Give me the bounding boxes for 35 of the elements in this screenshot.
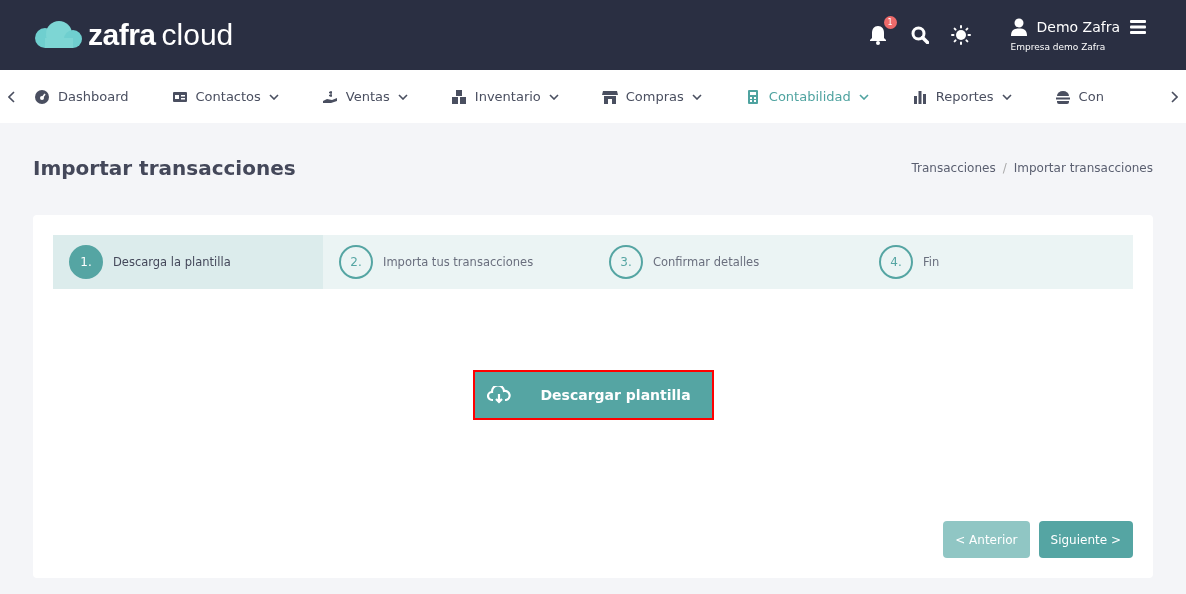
cloud-logo-icon [34, 20, 84, 50]
hand-coin-icon [321, 88, 338, 105]
logo-text: zafra [88, 18, 156, 52]
menu-icon[interactable] [1130, 20, 1146, 34]
bell-icon[interactable] [868, 25, 887, 45]
logo-text: cloud [161, 18, 234, 52]
nav-item[interactable]: Contactos [171, 88, 302, 105]
cloud-download-icon [486, 386, 511, 404]
chevron-right-icon [1170, 90, 1178, 103]
wizard-step[interactable]: 2. Importa tus transacciones [323, 235, 593, 289]
company-name: Empresa demo Zafra [1010, 42, 1107, 52]
notification-badge: 1 [883, 16, 897, 29]
nav-item[interactable]: Con [1054, 88, 1127, 105]
nav-item[interactable]: Compras [601, 88, 725, 105]
wizard-step[interactable]: 3. Confirmar detalles [593, 235, 863, 289]
breadcrumb-separator: / [1002, 161, 1007, 175]
wizard-step[interactable]: 1. Descarga la plantilla [53, 235, 323, 289]
boxes-icon [450, 88, 467, 105]
breadcrumb-item: Importar transacciones [1013, 161, 1153, 175]
breadcrumb-item[interactable]: Transacciones [911, 161, 996, 175]
bar-chart-icon [911, 88, 928, 105]
sun-icon[interactable] [950, 25, 971, 45]
user-icon [1010, 18, 1027, 36]
store-icon [601, 88, 618, 105]
page-title: Importar transacciones [33, 156, 296, 180]
user-name[interactable]: Demo Zafra [1036, 19, 1120, 35]
chevron-left-icon [8, 90, 16, 103]
nav-item[interactable]: Inventario [450, 88, 582, 105]
wizard-step[interactable]: 4. Fin [863, 235, 1133, 289]
search-icon[interactable] [910, 26, 929, 44]
dashboard-icon [34, 88, 50, 105]
burger-icon [1054, 88, 1071, 105]
nav-item[interactable]: Dashboard [34, 88, 152, 105]
nav-item[interactable]: Reportes [911, 88, 1035, 105]
nav-item[interactable]: Ventas [321, 88, 431, 105]
